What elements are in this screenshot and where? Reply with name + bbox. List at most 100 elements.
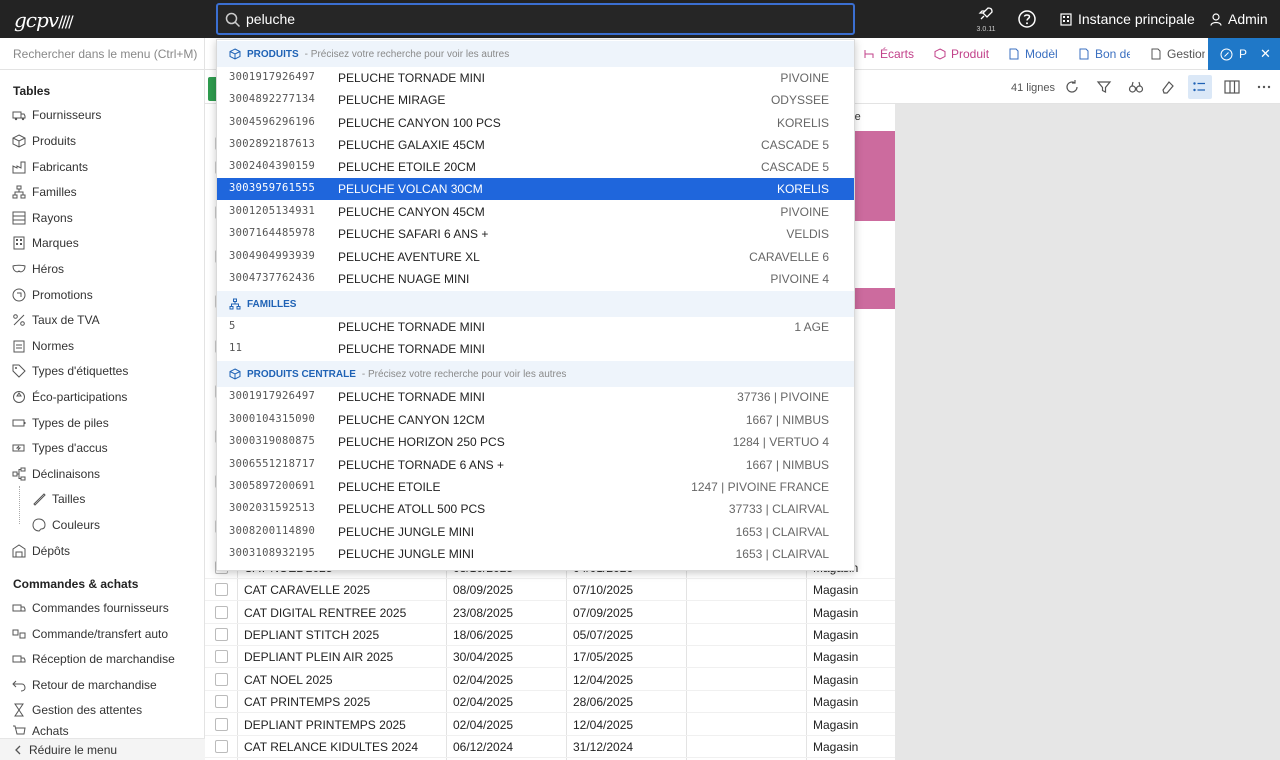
reduce-menu-button[interactable]: Réduire le menu [0, 738, 205, 760]
result-row[interactable]: 3002404390159 PELUCHE ETOILE 20CM CASCADE … [217, 156, 854, 178]
mask-icon [12, 264, 26, 273]
rocket-icon [978, 7, 993, 20]
user-label: Admin [1228, 11, 1268, 27]
tag-circle-icon [12, 288, 26, 302]
result-row[interactable]: 3004737762436 PELUCHE NUAGE MINI PIVOINE 4 [217, 268, 854, 290]
result-row-selected[interactable]: 3003959761555 PELUCHE VOLCAN 30CM KORELIS [217, 178, 854, 200]
global-search-input[interactable] [246, 10, 836, 28]
result-row[interactable]: 3008200114890 PELUCHE JUNGLE MINI 1653 | C… [217, 521, 854, 543]
sidebar-item-gestion-attentes[interactable]: Gestion des attentes [12, 701, 142, 719]
table-row[interactable]: DEPLIANT PRINTEMPS 2025 02/04/2025 12/04/2… [205, 714, 895, 736]
sidebar-item-fournisseurs[interactable]: Fournisseurs [12, 106, 101, 124]
row-checkbox[interactable] [215, 718, 228, 731]
sidebar-item-produits[interactable]: Produits [12, 132, 76, 150]
transfer-icon [12, 629, 26, 639]
clipboard-icon [13, 340, 25, 353]
table-row[interactable]: CAT NOEL 2025 02/04/2025 12/04/2025 Magasin [205, 669, 895, 691]
sidebar-item-types-piles[interactable]: Types de piles [12, 414, 109, 432]
sidebar-item-types-accus[interactable]: Types d'accus [12, 439, 108, 457]
more-options-icon[interactable] [1255, 78, 1273, 96]
result-row[interactable]: 11 PELUCHE TORNADE MINI [217, 338, 854, 360]
list-view-icon[interactable] [1188, 75, 1212, 99]
results-section-familles: FAMILLES [217, 291, 854, 317]
search-icon [225, 12, 241, 28]
result-row[interactable]: 3004904993939 PELUCHE AVENTURE XL CARAVELL… [217, 246, 854, 268]
result-row[interactable]: 3000319080875 PELUCHE HORIZON 250 PCS 1284… [217, 431, 854, 453]
row-checkbox[interactable] [215, 606, 228, 619]
section-title: PRODUITS CENTRALE [247, 368, 356, 380]
row-checkbox[interactable] [215, 650, 228, 663]
close-tab-icon[interactable]: ✕ [1260, 46, 1271, 62]
top-bar: gcpv//// 3.0.11 Instance principale Admi… [0, 0, 1280, 38]
result-row[interactable]: 3003108932195 PELUCHE JUNGLE MINI 1653 | C… [217, 543, 854, 565]
truck-icon [12, 604, 26, 612]
sidebar-item-commande-transfert-auto[interactable]: Commande/transfert auto [12, 625, 168, 643]
row-checkbox[interactable] [215, 583, 228, 596]
sidebar-item-types-etiquettes[interactable]: Types d'étiquettes [12, 362, 128, 380]
document-icon [1009, 48, 1019, 60]
sidebar-item-promotions[interactable]: Promotions [12, 286, 93, 304]
tab-produits[interactable]: Produits [934, 38, 989, 70]
row-checkbox[interactable] [215, 628, 228, 641]
sidebar-item-heros[interactable]: Héros [12, 260, 64, 278]
row-checkbox[interactable] [215, 673, 228, 686]
sidebar-item-familles[interactable]: Familles [12, 183, 77, 201]
columns-icon[interactable] [1223, 78, 1241, 96]
table-row[interactable]: CAT RELANCE KIDULTES 2024 06/12/2024 31/12… [205, 736, 895, 758]
sidebar-item-fabricants[interactable]: Fabricants [12, 158, 88, 176]
table-row[interactable]: CAT PRINTEMPS 2025 02/04/2025 28/06/2025 Ma… [205, 691, 895, 713]
sidebar-item-tailles[interactable]: Tailles [32, 490, 85, 508]
release-notes-button[interactable]: 3.0.11 [975, 6, 997, 34]
tab-modeles[interactable]: Modèles [1008, 38, 1058, 70]
sidebar-item-couleurs[interactable]: Couleurs [32, 516, 100, 534]
filter-icon[interactable] [1095, 78, 1113, 96]
table-row[interactable]: CAT DIGITAL RENTREE 2025 23/08/2025 07/09/… [205, 602, 895, 624]
user-menu[interactable]: Admin [1210, 11, 1268, 27]
tab-ecarts[interactable]: Écarts [863, 38, 917, 70]
row-checkbox[interactable] [215, 740, 228, 753]
table-row[interactable]: CAT CARAVELLE 2025 08/09/2025 07/10/2025 Ma… [205, 579, 895, 601]
result-row[interactable]: 3007164485978 PELUCHE SAFARI 6 ANS + VELDI… [217, 223, 854, 245]
sidebar-item-depots[interactable]: Dépôts [12, 542, 70, 560]
sidebar-item-rayons[interactable]: Rayons [12, 209, 73, 227]
sidebar-item-declinaisons[interactable]: Déclinaisons [12, 465, 100, 483]
sidebar-item-taux-tva[interactable]: Taux de TVA [12, 311, 100, 329]
building-icon [1060, 12, 1072, 26]
result-row[interactable]: 3004596296196 PELUCHE CANYON 100 PCS KOREL… [217, 112, 854, 134]
cart-icon [13, 725, 26, 735]
sidebar-item-commandes-fournisseurs[interactable]: Commandes fournisseurs [12, 599, 169, 617]
sidebar-item-retour-marchandise[interactable]: Retour de marchandise [12, 676, 157, 694]
row-checkbox[interactable] [215, 695, 228, 708]
refresh-icon[interactable] [1063, 78, 1081, 96]
result-row[interactable]: 3000104315090 PELUCHE CANYON 12CM 1667 | N… [217, 409, 854, 431]
factory-icon [12, 161, 26, 174]
table-row[interactable]: DEPLIANT PLEIN AIR 2025 30/04/2025 17/05/2… [205, 646, 895, 668]
eraser-icon[interactable] [1159, 78, 1177, 96]
result-row[interactable]: 3001917926497 PELUCHE TORNADE MINI 37736 |… [217, 386, 854, 408]
menu-search-input[interactable]: Rechercher dans le menu (Ctrl+M) [0, 38, 205, 70]
sidebar-item-marques[interactable]: Marques [12, 234, 79, 252]
result-row[interactable]: 3005897200691 PELUCHE ETOILE 1247 | PIVOIN… [217, 476, 854, 498]
app-logo[interactable]: gcpv//// [14, 8, 74, 32]
result-row[interactable]: 3006551218717 PELUCHE TORNADE 6 ANS +1667… [217, 454, 854, 476]
instance-selector[interactable]: Instance principale [1060, 11, 1195, 27]
help-icon[interactable] [1017, 9, 1037, 29]
tab-bon-de[interactable]: Bon de [1078, 38, 1130, 70]
binoculars-icon[interactable] [1127, 78, 1145, 96]
result-row[interactable]: 3004892277134 PELUCHE MIRAGE ODYSSEE [217, 89, 854, 111]
global-search-box[interactable] [216, 3, 855, 35]
grid-empty-area [895, 104, 1280, 760]
palette-icon [32, 518, 46, 532]
sidebar-item-achats[interactable]: Achats [12, 724, 69, 738]
result-row[interactable]: 3001917926497 PELUCHE TORNADE MINI PIVOINE [217, 67, 854, 89]
result-row[interactable]: 3002892187613 PELUCHE GALAXIE 45CM CASCADE… [217, 134, 854, 156]
result-row[interactable]: 3002031592513 PELUCHE ATOLL 500 PCS 37733 … [217, 498, 854, 520]
sidebar-item-normes[interactable]: Normes [12, 337, 74, 355]
result-row[interactable]: 3001205134931 PELUCHE CANYON 45CM PIVOINE [217, 201, 854, 223]
tab-gestion[interactable]: Gestion [1150, 38, 1205, 70]
box-icon [229, 368, 241, 380]
sidebar-item-eco-participations[interactable]: Éco-participations [12, 388, 127, 406]
table-row[interactable]: DEPLIANT STITCH 2025 18/06/2025 05/07/2025… [205, 624, 895, 646]
sidebar-item-reception-marchandise[interactable]: Réception de marchandise [12, 650, 175, 668]
result-row[interactable]: 5 PELUCHE TORNADE MINI 1 AGE [217, 316, 854, 338]
